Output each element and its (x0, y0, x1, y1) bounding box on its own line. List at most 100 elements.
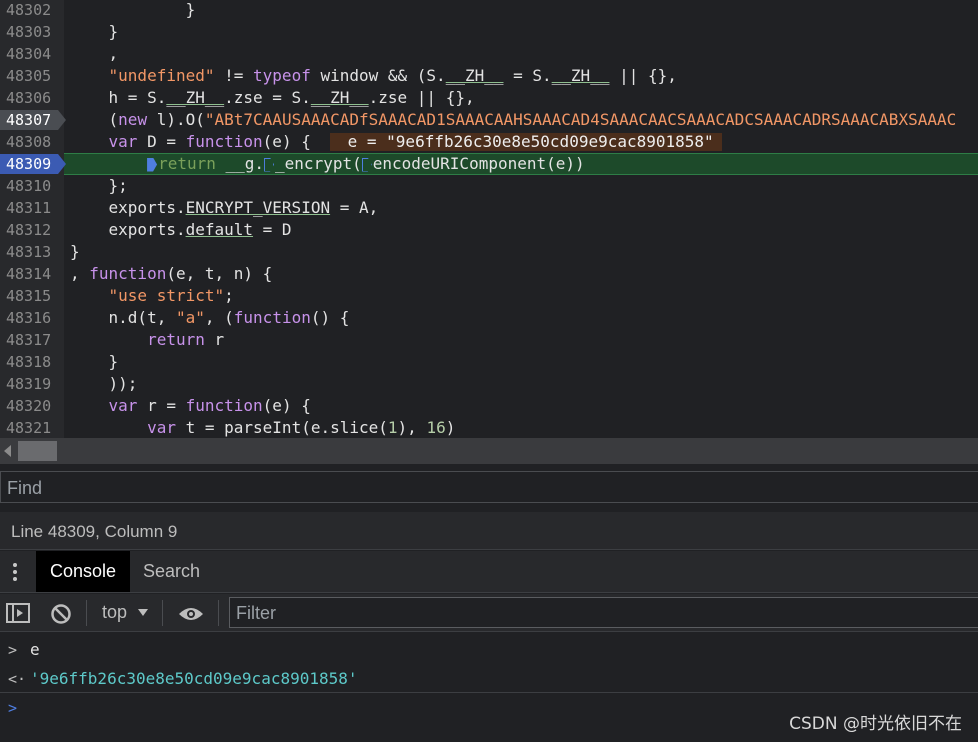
tab-console[interactable]: Console (36, 551, 131, 592)
toolbar-divider (86, 600, 87, 626)
line-number[interactable]: 48305 (0, 65, 58, 87)
console-input-text: e (30, 640, 40, 659)
chevron-down-icon[interactable] (138, 609, 148, 616)
find-input[interactable]: Find (0, 471, 978, 503)
code-line: 48306 h = S.__ZH__.zse = S.__ZH__.zse ||… (0, 87, 978, 109)
code-token: .zse || {}, (368, 88, 475, 107)
line-number[interactable]: 48308 (0, 131, 58, 153)
code-token: r = (137, 396, 186, 415)
find-placeholder: Find (7, 478, 43, 498)
code-line: 48313} (0, 241, 978, 263)
code-line: 48307 (new l).O("ABt7CAAUSAAACADfSAAACAD… (0, 109, 978, 131)
code-token: __ZH__ (166, 88, 225, 107)
sidebar-toggle-icon[interactable] (6, 603, 30, 627)
step-marker-icon[interactable] (361, 157, 372, 172)
line-number[interactable]: 48321 (0, 417, 58, 438)
code-line: 48314, function(e, t, n) { (0, 263, 978, 285)
code-text: (new l).O("ABt7CAAUSAAACADfSAAACAD1SAAAC… (70, 109, 957, 131)
code-line: 48320 var r = function(e) { (0, 395, 978, 417)
console-result-row: <· '9e6ffb26c30e8e50cd09e9cac8901858' (0, 664, 978, 693)
line-number[interactable]: 48319 (0, 373, 58, 395)
code-text: } (70, 241, 80, 263)
code-token: || {}, (609, 66, 677, 85)
console-toolbar: top Filter (0, 594, 978, 632)
code-line: 48303 } (0, 21, 978, 43)
code-token: new (118, 110, 148, 129)
active-breakpoint-marker[interactable]: 48309 (0, 154, 66, 174)
code-token: , (70, 44, 119, 63)
line-number[interactable]: 48302 (0, 0, 58, 21)
line-number[interactable]: 48315 (0, 285, 58, 307)
code-text: )); (70, 373, 138, 395)
code-token: (e, t, n) { (166, 264, 273, 283)
clear-console-icon[interactable] (50, 603, 72, 629)
code-token: __g. (215, 154, 265, 173)
line-number[interactable]: 48307 (0, 110, 58, 130)
line-number[interactable]: 48304 (0, 43, 58, 65)
line-number[interactable]: 48313 (0, 241, 58, 263)
code-token: function (233, 308, 311, 327)
line-number[interactable]: 48312 (0, 219, 58, 241)
code-line: 48308 var D = function(e) { e = "9e6ffb2… (0, 131, 978, 153)
line-number[interactable]: 48310 (0, 175, 58, 197)
line-number[interactable]: 48320 (0, 395, 58, 417)
code-token: } (70, 242, 80, 261)
horizontal-scrollbar[interactable] (0, 438, 978, 464)
console-output[interactable]: > e <· '9e6ffb26c30e8e50cd09e9cac8901858… (0, 633, 978, 742)
line-number[interactable]: 48318 (0, 351, 58, 373)
code-token: (e) { (262, 132, 311, 151)
code-token: return (147, 330, 205, 349)
code-line: 48310 }; (0, 175, 978, 197)
code-text: n.d(t, "a", (function() { (70, 307, 350, 329)
step-marker-icon[interactable] (264, 157, 275, 172)
scrollbar-thumb[interactable] (18, 441, 57, 461)
eye-icon[interactable] (178, 606, 204, 626)
code-token: return (158, 154, 216, 173)
cursor-position: Line 48309, Column 9 (11, 522, 178, 541)
code-token: )); (70, 374, 138, 393)
code-editor[interactable]: 48302 } 48303 } 48304 , 48305 "undefined" !… (0, 0, 978, 438)
code-text: }; (70, 175, 128, 197)
toolbar-divider (218, 600, 219, 626)
tab-search[interactable]: Search (129, 551, 214, 592)
code-token: ) (445, 418, 456, 437)
code-token: t = parseInt(e.slice( (175, 418, 388, 437)
code-token: } (70, 352, 119, 371)
code-text: exports.ENCRYPT_VERSION = A, (70, 197, 379, 219)
code-token: ), (397, 418, 427, 437)
line-number[interactable]: 48309 (0, 154, 58, 174)
code-token: l).O( (147, 110, 205, 129)
code-line: 48319 )); (0, 373, 978, 395)
code-token: default (185, 220, 254, 239)
code-token: exports. (70, 220, 186, 239)
context-selector[interactable]: top (102, 602, 127, 623)
status-bar: Line 48309, Column 9 (0, 512, 978, 550)
code-token: ; (224, 286, 234, 305)
breakpoint-marker[interactable]: 48307 (0, 110, 66, 130)
code-token: "undefined" (108, 66, 215, 85)
code-text: var D = function(e) { (70, 131, 311, 153)
code-token: = S. (503, 66, 552, 85)
code-text: , (70, 43, 119, 65)
line-number[interactable]: 48316 (0, 307, 58, 329)
pause-marker-icon[interactable] (147, 157, 158, 172)
more-tabs-icon[interactable] (13, 561, 19, 583)
line-number[interactable]: 48314 (0, 263, 58, 285)
line-number[interactable]: 48311 (0, 197, 58, 219)
code-line: 48318 } (0, 351, 978, 373)
filter-input[interactable]: Filter (229, 597, 978, 628)
line-number[interactable]: 48306 (0, 87, 58, 109)
console-result-text[interactable]: '9e6ffb26c30e8e50cd09e9cac8901858' (30, 669, 358, 688)
scroll-left-icon[interactable] (4, 445, 11, 457)
code-token: typeof (253, 66, 311, 85)
code-text: } (70, 0, 196, 21)
code-token: function (89, 264, 167, 283)
code-token: } (70, 0, 196, 19)
line-number[interactable]: 48317 (0, 329, 58, 351)
line-number[interactable]: 48303 (0, 21, 58, 43)
console-prompt-input[interactable] (30, 695, 730, 723)
